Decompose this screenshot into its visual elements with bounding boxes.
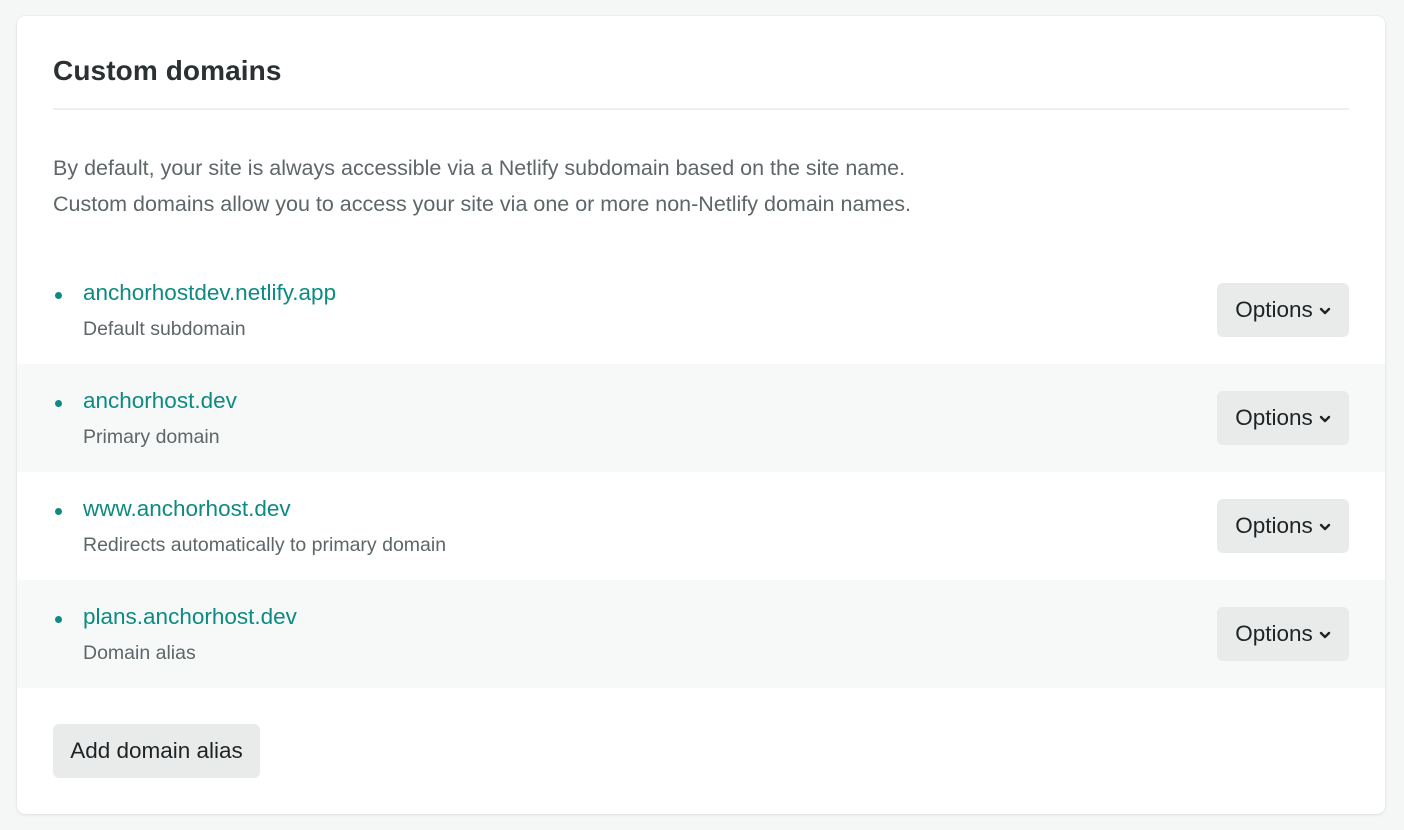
description-line-2: Custom domains allow you to access your …	[53, 192, 911, 216]
domain-subtitle: Domain alias	[83, 642, 196, 664]
domain-subtitle: Redirects automatically to primary domai…	[83, 534, 447, 556]
options-label: Options	[1235, 405, 1313, 430]
domain-subtitle: Primary domain	[83, 426, 220, 448]
domain-row-domain-alias: plans.anchorhost.dev Domain alias Option…	[17, 580, 1385, 688]
options-button[interactable]: Options	[1217, 283, 1349, 337]
options-label: Options	[1235, 513, 1313, 538]
options-button[interactable]: Options	[1217, 499, 1349, 553]
chevron-down-icon	[1319, 415, 1330, 423]
domain-link[interactable]: plans.anchorhost.dev	[83, 604, 297, 630]
description-line-1: By default, your site is always accessib…	[53, 156, 906, 180]
custom-domains-card: Custom domains By default, your site is …	[17, 16, 1385, 814]
domain-subtitle: Default subdomain	[83, 318, 246, 340]
section-title: Custom domains	[53, 55, 282, 86]
bullet-dot-icon	[55, 400, 62, 407]
domain-link[interactable]: www.anchorhost.dev	[83, 496, 291, 522]
chevron-down-icon	[1319, 631, 1330, 639]
card-header: Custom domains	[53, 16, 1349, 110]
domain-row-primary-domain: anchorhost.dev Primary domain Options	[17, 364, 1385, 472]
section-description: By default, your site is always accessib…	[53, 150, 1153, 222]
domain-list: anchorhostdev.netlify.app Default subdom…	[17, 256, 1385, 688]
chevron-down-icon	[1319, 523, 1330, 531]
options-label: Options	[1235, 621, 1313, 646]
chevron-down-icon	[1319, 307, 1330, 315]
bullet-dot-icon	[55, 292, 62, 299]
add-domain-alias-button[interactable]: Add domain alias	[53, 724, 260, 778]
options-label: Options	[1235, 297, 1313, 322]
options-button[interactable]: Options	[1217, 391, 1349, 445]
domain-link[interactable]: anchorhost.dev	[83, 388, 237, 414]
domain-link[interactable]: anchorhostdev.netlify.app	[83, 280, 336, 306]
bullet-dot-icon	[55, 616, 62, 623]
bullet-dot-icon	[55, 508, 62, 515]
domain-row-default-subdomain: anchorhostdev.netlify.app Default subdom…	[17, 256, 1385, 364]
options-button[interactable]: Options	[1217, 607, 1349, 661]
domain-row-www-redirect: www.anchorhost.dev Redirects automatical…	[17, 472, 1385, 580]
